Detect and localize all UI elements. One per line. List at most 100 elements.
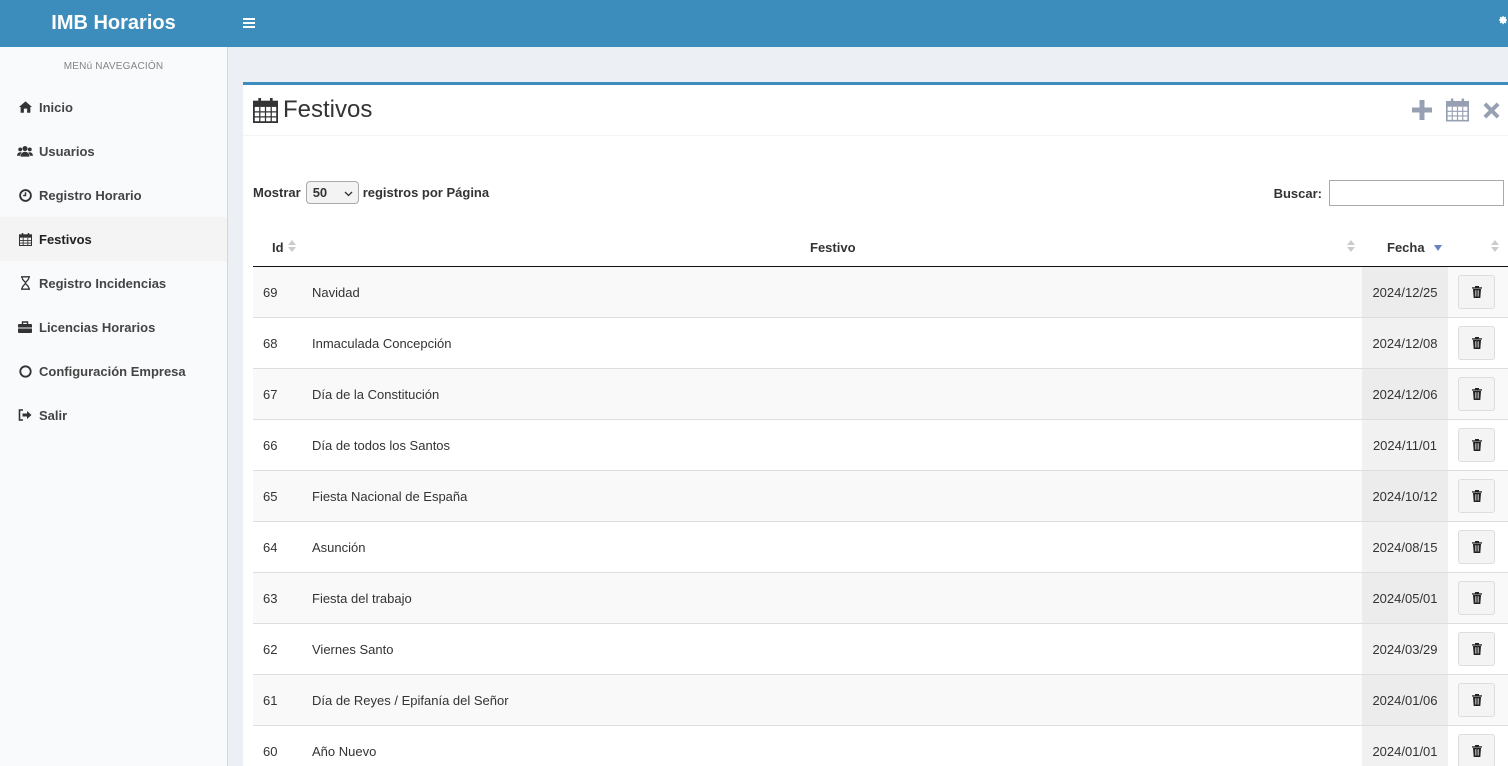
column-header-label: Festivo	[810, 239, 856, 255]
sidebar-header: MENú NAVEGACIÓN	[63, 60, 164, 72]
page-length-select[interactable]: 50	[305, 181, 359, 204]
trash-icon	[1471, 694, 1482, 706]
delete-button[interactable]	[1458, 275, 1495, 309]
cell-festivo: Fiesta del trabajo	[312, 590, 412, 606]
panel-header: Festivos	[243, 85, 1508, 136]
cell-id: 65	[263, 488, 278, 504]
home-icon	[16, 99, 34, 115]
cell-festivo: Día de Reyes / Epifanía del Señor	[312, 692, 509, 708]
cell-fecha: 2024/11/01	[1362, 420, 1448, 470]
festivos-table: Id Festivo Fecha 69 Navidad 2024/12/25 68 In…	[253, 228, 1508, 766]
cell-id: 69	[263, 284, 278, 300]
cell-fecha: 2024/05/01	[1362, 573, 1448, 623]
table-controls: Mostrar 50 registros por Página Buscar:	[253, 179, 1504, 207]
trash-icon	[1471, 490, 1482, 502]
delete-button[interactable]	[1458, 479, 1495, 513]
trash-icon	[1471, 745, 1482, 757]
plus-icon[interactable]	[1412, 100, 1432, 120]
sidebar-item-registro-incidencias[interactable]: Registro Incidencias	[0, 261, 227, 305]
trash-icon	[1471, 388, 1482, 400]
delete-button[interactable]	[1458, 428, 1495, 462]
search-control: Buscar:	[1274, 180, 1504, 206]
column-header-fecha[interactable]: Fecha	[1387, 228, 1425, 266]
table-row: 63 Fiesta del trabajo 2024/05/01	[253, 573, 1508, 624]
cell-fecha: 2024/01/01	[1362, 726, 1448, 766]
trash-icon	[1471, 643, 1482, 655]
sidebar-item-label: Registro Horario	[39, 187, 142, 203]
cell-fecha: 2024/08/15	[1362, 522, 1448, 572]
cell-fecha: 2024/01/06	[1362, 675, 1448, 725]
sidebar-item-label: Salir	[39, 407, 68, 423]
cell-fecha: 2024/10/12	[1362, 471, 1448, 521]
sidebar: MENú NAVEGACIÓN Inicio Usuarios Registro…	[0, 47, 228, 766]
table-row: 60 Año Nuevo 2024/01/01	[253, 726, 1508, 766]
table-body: 69 Navidad 2024/12/25 68 Inmaculada Concepci…	[253, 267, 1508, 766]
gear-icon[interactable]	[1498, 13, 1508, 32]
sidebar-item-inicio[interactable]: Inicio	[0, 85, 227, 129]
delete-button[interactable]	[1458, 377, 1495, 411]
app-logo[interactable]: IMB Horarios	[0, 0, 227, 47]
sort-icon	[1347, 240, 1355, 252]
festivos-panel: Festivos Mostrar 50 registros por Página	[243, 82, 1508, 766]
cell-festivo: Viernes Santo	[312, 641, 394, 657]
sidebar-item-usuarios[interactable]: Usuarios	[0, 129, 227, 173]
trash-icon	[1471, 286, 1482, 298]
sidebar-item-label: Registro Incidencias	[39, 275, 167, 291]
cell-fecha: 2024/03/29	[1362, 624, 1448, 674]
cell-id: 68	[263, 335, 278, 351]
sign-out-icon	[16, 407, 34, 423]
sort-icon	[288, 240, 296, 252]
sidebar-item-registro-horario[interactable]: Registro Horario	[0, 173, 227, 217]
table-row: 67 Día de la Constitución 2024/12/06	[253, 369, 1508, 420]
cell-festivo: Día de todos los Santos	[312, 437, 451, 453]
table-row: 61 Día de Reyes / Epifanía del Señor 2024/…	[253, 675, 1508, 726]
sort-icon[interactable]	[1491, 240, 1499, 252]
sidebar-item-licencias-horarios[interactable]: Licencias Horarios	[0, 305, 227, 349]
delete-button[interactable]	[1458, 683, 1495, 717]
table-row: 69 Navidad 2024/12/25	[253, 267, 1508, 318]
sidebar-item-configuracion-empresa[interactable]: Configuración Empresa	[0, 349, 227, 393]
cell-id: 63	[263, 590, 278, 606]
calendar-icon	[16, 231, 34, 247]
sidebar-item-festivos[interactable]: Festivos	[0, 217, 227, 261]
chevron-down-icon	[344, 185, 353, 200]
panel-tools	[1412, 98, 1508, 122]
column-header-id[interactable]: Id	[272, 228, 284, 266]
search-label: Buscar:	[1273, 185, 1322, 201]
cell-festivo: Inmaculada Concepción	[312, 335, 452, 351]
cell-id: 64	[263, 539, 278, 555]
calendar-icon[interactable]	[1446, 98, 1469, 122]
page-title-text: Festivos	[283, 96, 373, 123]
calendar-icon	[253, 97, 278, 123]
clock-icon	[16, 187, 34, 203]
trash-icon	[1471, 592, 1482, 604]
cell-id: 67	[263, 386, 278, 402]
delete-button[interactable]	[1458, 581, 1495, 615]
sort-desc-icon	[1434, 245, 1442, 251]
top-header: IMB Horarios	[0, 0, 1508, 47]
cell-festivo: Navidad	[312, 284, 360, 300]
column-header-festivo[interactable]: Festivo	[810, 228, 856, 266]
delete-button[interactable]	[1458, 632, 1495, 666]
delete-button[interactable]	[1458, 734, 1495, 766]
page-title: Festivos	[253, 96, 372, 124]
cell-festivo: Fiesta Nacional de España	[312, 488, 468, 504]
cell-id: 66	[263, 437, 278, 453]
table-row: 68 Inmaculada Concepción 2024/12/08	[253, 318, 1508, 369]
cell-fecha: 2024/12/06	[1362, 369, 1448, 419]
delete-button[interactable]	[1458, 530, 1495, 564]
table-row: 62 Viernes Santo 2024/03/29	[253, 624, 1508, 675]
cell-id: 61	[263, 692, 278, 708]
cell-festivo: Año Nuevo	[312, 743, 377, 759]
close-icon[interactable]	[1483, 101, 1500, 119]
cell-id: 62	[263, 641, 278, 657]
show-label: Mostrar	[253, 185, 301, 200]
sidebar-item-label: Festivos	[39, 231, 92, 247]
trash-icon	[1471, 541, 1482, 553]
bars-icon[interactable]	[240, 14, 258, 32]
trash-icon	[1471, 439, 1482, 451]
delete-button[interactable]	[1458, 326, 1495, 360]
circle-icon	[16, 363, 34, 379]
search-input[interactable]	[1329, 180, 1504, 206]
sidebar-item-salir[interactable]: Salir	[0, 393, 227, 437]
